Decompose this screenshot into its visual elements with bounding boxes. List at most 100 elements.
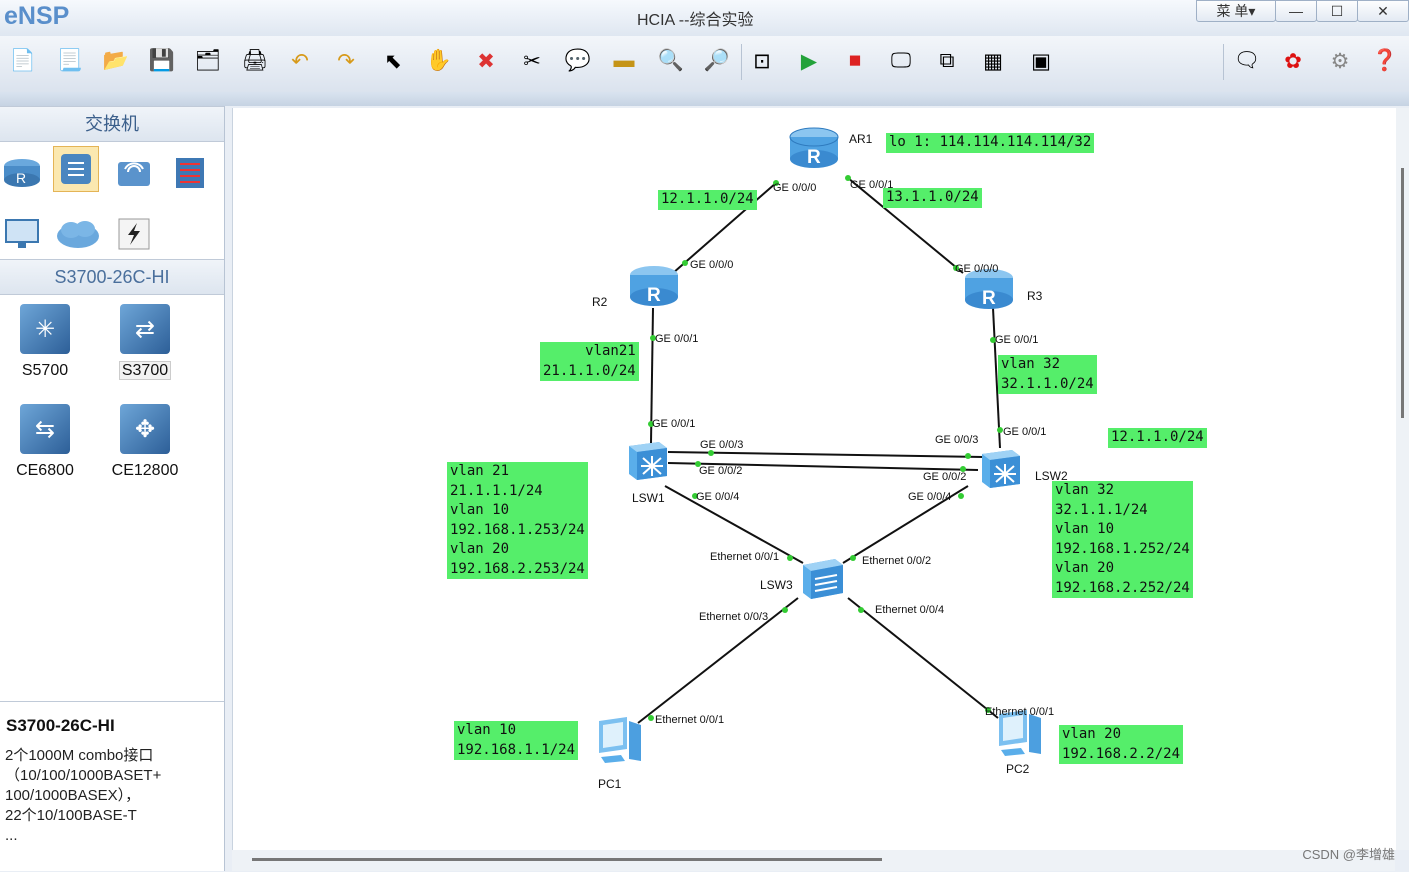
huawei-icon[interactable]: ✿ [1278,46,1308,76]
device-name-r2: R2 [592,295,608,309]
wireless-category-icon[interactable] [112,150,156,194]
firewall-category-icon[interactable] [168,150,212,194]
core-switch-icon: ✥ [120,404,170,454]
vertical-scrollbar[interactable] [1396,108,1409,850]
svg-text:R: R [16,170,26,186]
undo-icon[interactable]: ↶ [285,46,315,76]
port-label: GE 0/0/1 [1003,426,1047,438]
svg-text:R: R [647,285,661,306]
device-name-pc2: PC2 [1006,762,1030,776]
zoom-out-icon[interactable]: 🔎 [702,46,732,76]
port-label: Ethernet 0/0/3 [699,611,769,623]
grid-icon[interactable]: ▦ [978,46,1008,76]
device-name-lsw1: LSW1 [632,491,665,505]
switch-category-icon[interactable] [53,146,99,192]
port-label: GE 0/0/3 [700,439,744,451]
close-button[interactable]: ✕ [1357,0,1409,22]
device-label: CE6800 [16,462,74,479]
capture-icon[interactable]: 🖵 [886,46,916,76]
start-device-icon[interactable]: ▶ [794,46,824,76]
scroll-thumb[interactable] [252,858,882,861]
port-label: GE 0/0/3 [935,434,979,446]
description-line: 22个10/100BASE-T [5,807,137,824]
link-category-icon[interactable] [112,212,156,256]
port-label: GE 0/0/4 [696,491,740,503]
port-label: GE 0/0/2 [699,465,743,477]
horizontal-scrollbar[interactable] [232,850,1395,871]
note-lsw2-config[interactable]: vlan 32 32.1.1.1/24 vlan 10 192.168.1.25… [1052,481,1193,598]
port-label: GE 0/0/1 [655,333,699,345]
model-title: S3700-26C-HI [0,259,224,295]
port-label: GE 0/0/0 [773,182,817,194]
device-s5700[interactable]: ✳ S5700 [0,304,90,380]
port-label: Ethernet 0/0/4 [875,604,945,616]
router-r2-icon[interactable]: R [628,263,678,306]
switch-lsw3-icon[interactable] [799,555,847,608]
note-pc2-config[interactable]: vlan 20 192.168.2.2/24 [1059,725,1184,764]
toolbar: 📄 📃 📂 💾 🗂 🖨 ↶ ↷ ⬉ ✋ ✖ ✂ 💬 ▬ 🔍 🔎 ⊡ ▶ ■ 🖵 … [0,36,1409,93]
note-ar1-r2-subnet[interactable]: 12.1.1.0/24 [658,190,757,210]
l2-switch-icon: ⇄ [120,304,170,354]
switch-lsw1-icon[interactable] [625,438,671,487]
device-s3700[interactable]: ⇄ S3700 [100,304,190,380]
delete-icon[interactable]: ✖ [471,46,501,76]
note-ar1-loopback[interactable]: lo 1: 114.114.114.114/32 [886,133,1095,153]
pc1-icon[interactable] [591,715,647,772]
router-category-icon[interactable]: R [0,150,44,194]
link-lsw1-lsw2-a [667,451,984,458]
cloud-category-icon[interactable] [55,212,99,256]
stop-device-icon[interactable]: ■ [840,46,870,76]
delete-link-icon[interactable]: ✂ [517,46,547,76]
save-as-icon[interactable]: 🗂 [193,46,223,76]
toolbar-separator [1223,44,1224,80]
port-label: GE 0/0/1 [652,418,696,430]
description-line: （10/100/1000BASET+ [5,767,162,784]
select-pointer-icon[interactable]: ⬉ [378,46,408,76]
palette-icon[interactable]: ▬ [609,46,639,76]
device-name-lsw3: LSW3 [760,578,793,592]
note-r3-lsw2[interactable]: vlan 32 32.1.1.0/24 [998,355,1097,394]
settings-gear-icon[interactable]: ⚙ [1325,46,1355,76]
port-label: GE 0/0/0 [690,259,734,271]
print-icon[interactable]: 🖨 [240,46,270,76]
category-title: 交换机 [0,106,224,142]
text-note-icon[interactable]: 💬 [563,46,593,76]
note-r2-lsw1[interactable]: vlan21 21.1.1.0/24 [540,342,639,381]
toolbar-separator [741,44,742,80]
description-line: 100/1000BASEX）， [5,787,141,804]
device-ce6800[interactable]: ⇆ CE6800 [0,404,90,480]
help-icon[interactable]: ❓ [1370,46,1400,76]
topology-canvas[interactable]: R R R AR1 R2 R3 LSW1 LSW2 LSW3 PC1 PC2 G… [232,108,1396,850]
switch-lsw2-icon[interactable] [978,446,1024,495]
router-ar1-icon[interactable]: R [788,125,839,168]
open-icon[interactable]: 📂 [101,46,131,76]
new-topology-icon[interactable]: 📄 [8,46,38,76]
app-logo: eNSP [4,2,70,30]
port-label: GE 0/0/1 [995,334,1039,346]
topology-icon[interactable]: ⧉ [932,46,962,76]
feedback-icon[interactable]: 🗨 [1232,46,1262,76]
note-lsw1-config[interactable]: vlan 21 21.1.1.1/24 vlan 10 192.168.1.25… [447,462,588,579]
cli-icon[interactable]: ▣ [1026,46,1056,76]
minimize-button[interactable]: — [1275,0,1317,22]
device-label: S3700 [118,361,172,380]
maximize-button[interactable]: ☐ [1316,0,1358,22]
device-ce12800[interactable]: ✥ CE12800 [100,404,190,480]
redo-icon[interactable]: ↷ [331,46,361,76]
fit-view-icon[interactable]: ⊡ [747,46,777,76]
new-example-icon[interactable]: 📃 [55,46,85,76]
note-pc1-config[interactable]: vlan 10 192.168.1.1/24 [454,721,579,760]
ce-switch-icon: ⇆ [20,404,70,454]
title-bar: eNSP HCIA --综合实验 菜 单▾ — ☐ ✕ [0,0,1409,36]
watermark: CSDN @李增雄 [1302,847,1395,862]
device-name-pc1: PC1 [598,777,622,791]
menu-button[interactable]: 菜 单▾ [1196,0,1276,22]
hand-icon[interactable]: ✋ [424,46,454,76]
save-icon[interactable]: 💾 [147,46,177,76]
pc-category-icon[interactable] [0,212,44,256]
device-name-r3: R3 [1027,289,1043,303]
note-ar1-r3-subnet[interactable]: 13.1.1.0/24 [883,188,982,208]
note-lsw-trunk-subnet[interactable]: 12.1.1.0/24 [1108,428,1207,448]
zoom-in-icon[interactable]: 🔍 [656,46,686,76]
scroll-thumb[interactable] [1401,168,1404,418]
